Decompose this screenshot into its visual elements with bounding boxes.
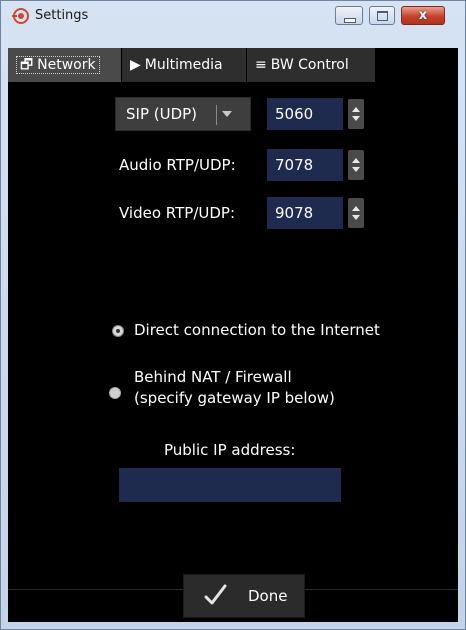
video-port-field[interactable]: 9078 <box>267 197 343 229</box>
protocol-value: SIP (UDP) <box>126 105 198 123</box>
audio-port-stepper[interactable] <box>348 150 364 180</box>
tab-bw-control-label: BW Control <box>270 57 349 73</box>
tab-bw-control[interactable]: ≡ BW Control <box>247 48 375 82</box>
tab-network[interactable]: 🗗 Network <box>8 48 121 82</box>
title-bar[interactable]: Settings x <box>1 1 465 31</box>
audio-port-value: 7078 <box>275 156 314 174</box>
public-ip-label: Public IP address: <box>164 441 296 459</box>
maximize-button[interactable] <box>369 6 395 25</box>
settings-window: Settings x 🗗 Network ▶ Multimedia ≡ BW Cont… <box>0 0 466 630</box>
arrow-up-icon[interactable] <box>352 107 360 112</box>
tab-network-label: Network <box>37 57 96 73</box>
behind-nat-label-line1[interactable]: Behind NAT / Firewall <box>134 368 292 386</box>
video-port-label: Video RTP/UDP: <box>119 204 236 222</box>
tab-bar: 🗗 Network ▶ Multimedia ≡ BW Control <box>8 48 458 82</box>
window-icon: 🗗 <box>20 57 34 73</box>
direct-connection-radio[interactable] <box>112 325 124 337</box>
play-icon: ▶ <box>130 57 141 73</box>
done-button[interactable]: Done <box>183 574 305 618</box>
protocol-select[interactable]: SIP (UDP) <box>115 97 251 131</box>
tab-multimedia[interactable]: ▶ Multimedia <box>122 48 246 82</box>
audio-port-field[interactable]: 7078 <box>267 149 343 181</box>
window-title: Settings <box>35 8 89 23</box>
sip-port-stepper[interactable] <box>348 99 364 129</box>
public-ip-input[interactable] <box>119 468 341 502</box>
target-icon <box>12 8 29 24</box>
direct-connection-label[interactable]: Direct connection to the Internet <box>134 321 380 339</box>
arrow-down-icon[interactable] <box>352 215 360 220</box>
arrow-down-icon[interactable] <box>352 167 360 172</box>
arrow-up-icon[interactable] <box>352 206 360 211</box>
arrow-up-icon[interactable] <box>352 158 360 163</box>
done-label: Done <box>248 587 288 605</box>
tab-network-focus: 🗗 Network <box>16 56 100 74</box>
behind-nat-label-line2[interactable]: (specify gateway IP below) <box>134 389 335 407</box>
video-port-stepper[interactable] <box>348 198 364 228</box>
minimize-button[interactable] <box>335 6 363 25</box>
close-button[interactable]: x <box>401 6 445 25</box>
menu-icon: ≡ <box>255 57 267 73</box>
arrow-down-icon[interactable] <box>352 116 360 121</box>
behind-nat-radio[interactable] <box>109 387 121 399</box>
tab-multimedia-label: Multimedia <box>144 57 223 73</box>
video-port-value: 9078 <box>275 204 314 222</box>
sip-port-value: 5060 <box>275 105 314 123</box>
close-icon: x <box>418 8 428 23</box>
chevron-down-icon[interactable] <box>222 111 232 117</box>
audio-port-label: Audio RTP/UDP: <box>119 156 236 174</box>
sip-port-field[interactable]: 5060 <box>267 98 343 130</box>
checkmark-icon <box>204 584 227 605</box>
combo-separator <box>216 105 217 125</box>
